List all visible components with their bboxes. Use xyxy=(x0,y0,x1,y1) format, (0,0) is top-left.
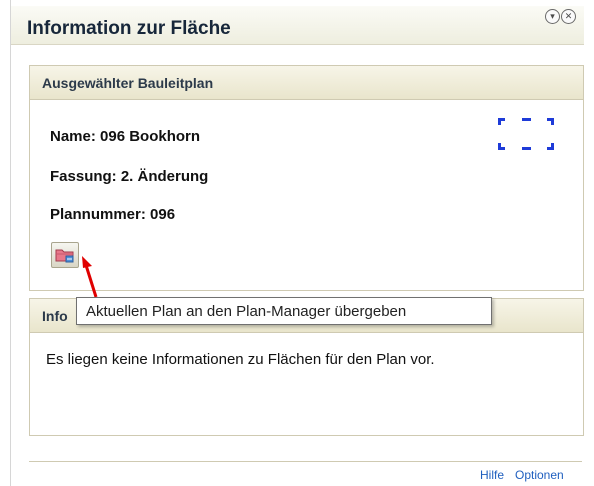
selected-plan-panel-header: Ausgewählter Bauleitplan xyxy=(30,66,583,100)
transfer-to-plan-manager-button[interactable] xyxy=(51,242,79,268)
window-title: Information zur Fläche xyxy=(27,18,231,39)
annotation-arrow-icon xyxy=(82,256,98,298)
collapse-icon[interactable]: ▾ xyxy=(545,9,560,24)
window-left-border xyxy=(0,0,11,486)
footer-divider xyxy=(29,461,582,462)
plan-manager-transfer-icon xyxy=(55,249,74,263)
plan-version: Fassung: 2. Änderung xyxy=(50,168,209,185)
plan-name: Name: 096 Bookhorn xyxy=(50,128,201,145)
options-link[interactable]: Optionen xyxy=(515,468,564,482)
close-icon[interactable]: ✕ xyxy=(561,9,576,24)
selection-frame-icon[interactable] xyxy=(498,118,554,150)
help-link[interactable]: Hilfe xyxy=(480,468,504,482)
window-titlebar: Information zur Fläche ▾ ✕ xyxy=(11,6,584,45)
no-area-info-message: Es liegen keine Informationen zu Flächen… xyxy=(46,351,435,368)
plan-number: Plannummer: 096 xyxy=(50,206,176,223)
selected-plan-panel: Ausgewählter Bauleitplan Name: 096 Bookh… xyxy=(29,65,584,291)
selected-plan-header-label: Ausgewählter Bauleitplan xyxy=(42,75,214,91)
tooltip: Aktuellen Plan an den Plan-Manager überg… xyxy=(76,297,492,325)
